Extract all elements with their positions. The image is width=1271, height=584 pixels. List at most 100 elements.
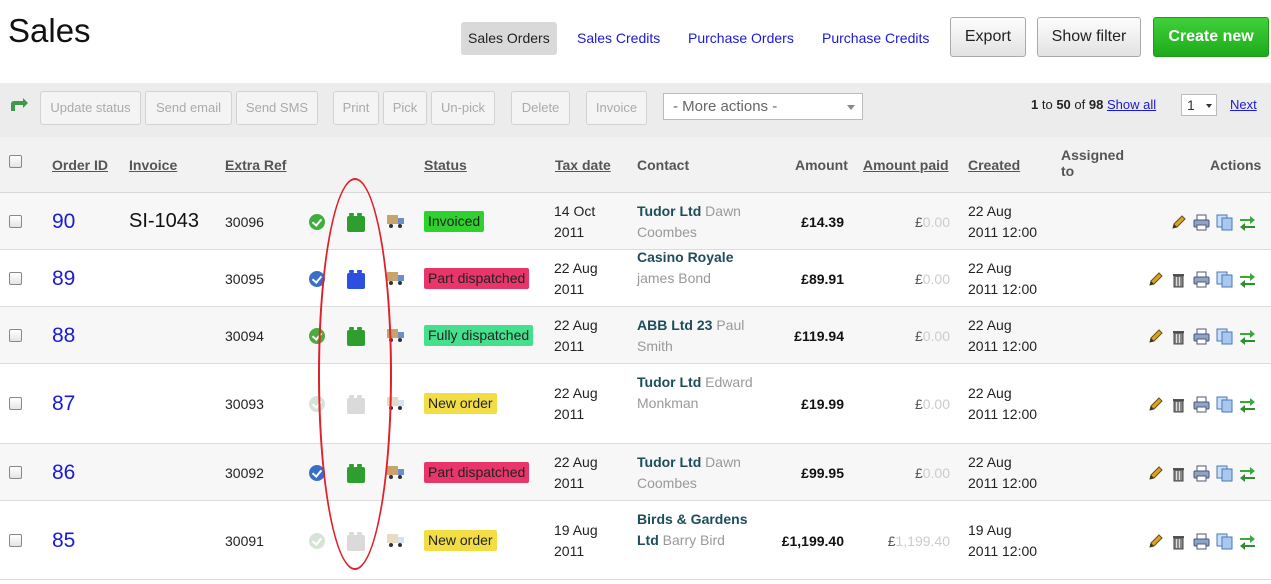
col-extra-ref[interactable]: Extra Ref: [225, 157, 286, 173]
delete-trash-icon[interactable]: [1170, 533, 1187, 550]
convert-arrows-icon[interactable]: [1239, 533, 1256, 550]
col-amount-paid[interactable]: Amount paid: [863, 157, 949, 173]
table-row[interactable]: 89 30095 Part dispatched 22 Aug 2011 Casi…: [0, 247, 1271, 307]
status-badge[interactable]: New order: [424, 393, 497, 414]
table-row[interactable]: 88 30094 Fully dispatched 22 Aug 2011 ABB…: [0, 307, 1271, 364]
delete-trash-icon[interactable]: [1170, 465, 1187, 482]
created-date: 22 Aug 2011 12:00: [968, 385, 1038, 422]
tab-sales-orders[interactable]: Sales Orders: [461, 22, 557, 55]
stock-status-icon: [347, 395, 365, 414]
send-email-button[interactable]: Send email: [145, 91, 232, 125]
row-checkbox[interactable]: [9, 214, 22, 228]
copy-icon[interactable]: [1216, 396, 1233, 413]
copy-icon[interactable]: [1216, 465, 1233, 482]
status-badge[interactable]: Fully dispatched: [424, 324, 534, 346]
convert-arrows-icon[interactable]: [1239, 271, 1256, 288]
row-checkbox[interactable]: [9, 533, 22, 547]
select-all-checkbox[interactable]: [9, 155, 22, 168]
send-sms-button[interactable]: Send SMS: [236, 91, 318, 125]
copy-icon[interactable]: [1216, 214, 1233, 231]
col-invoice[interactable]: Invoice: [129, 157, 177, 173]
amount-paid: £1,199.40: [887, 532, 950, 549]
col-created[interactable]: Created: [968, 157, 1020, 173]
status-badge[interactable]: Invoiced: [424, 210, 485, 232]
contact[interactable]: ABB Ltd 23 Paul Smith: [637, 315, 767, 357]
col-order-id[interactable]: Order ID: [52, 157, 108, 173]
order-id-link[interactable]: 87: [52, 392, 75, 416]
amount: £1,199.40: [781, 532, 844, 549]
table-row[interactable]: 85 30091 New order 19 Aug 2011 Birds & Ga…: [0, 501, 1271, 580]
status-badge[interactable]: Part dispatched: [424, 267, 530, 289]
extra-ref: 30091: [225, 532, 264, 549]
table-row[interactable]: 86 30092 Part dispatched 22 Aug 2011 Tudo…: [0, 444, 1271, 501]
tab-purchase-credits[interactable]: Purchase Credits: [815, 22, 936, 55]
table-row[interactable]: 87 30093 New order 22 Aug 2011 Tudor Ltd …: [0, 364, 1271, 444]
print-icon[interactable]: [1193, 214, 1210, 231]
contact[interactable]: Tudor Ltd Edward Monkman: [637, 372, 767, 414]
copy-icon[interactable]: [1216, 533, 1233, 550]
edit-pencil-icon[interactable]: [1170, 214, 1187, 231]
edit-pencil-icon[interactable]: [1147, 271, 1164, 288]
convert-arrows-icon[interactable]: [1239, 396, 1256, 413]
edit-pencil-icon[interactable]: [1147, 465, 1164, 482]
shipping-status-icon: [387, 271, 404, 285]
convert-arrows-icon[interactable]: [1239, 465, 1256, 482]
show-all-link[interactable]: Show all: [1107, 97, 1156, 112]
copy-icon[interactable]: [1216, 328, 1233, 345]
stock-status-icon: [347, 269, 365, 289]
invoice-button[interactable]: Invoice: [586, 91, 647, 125]
delete-button[interactable]: Delete: [511, 91, 570, 125]
print-icon[interactable]: [1193, 328, 1210, 345]
tab-sales-credits[interactable]: Sales Credits: [570, 22, 667, 55]
unpick-button[interactable]: Un-pick: [431, 91, 495, 125]
contact[interactable]: Tudor Ltd Dawn Coombes: [637, 201, 767, 243]
show-filter-button[interactable]: Show filter: [1037, 17, 1141, 57]
edit-pencil-icon[interactable]: [1147, 396, 1164, 413]
more-actions-select[interactable]: - More actions -: [663, 93, 863, 120]
next-page-link[interactable]: Next: [1230, 97, 1257, 112]
delete-trash-icon[interactable]: [1170, 271, 1187, 288]
row-checkbox[interactable]: [9, 465, 22, 479]
created-date: 22 Aug 2011 12:00: [968, 202, 1038, 240]
amount: £19.99: [801, 396, 844, 412]
table-row[interactable]: 90 SI-1043 30096 Invoiced 14 Oct 2011 Tud…: [0, 193, 1271, 250]
print-icon[interactable]: [1193, 271, 1210, 288]
contact[interactable]: Tudor Ltd Dawn Coombes: [637, 452, 767, 494]
print-icon[interactable]: [1193, 465, 1210, 482]
delete-trash-icon[interactable]: [1170, 328, 1187, 345]
page-select[interactable]: 1: [1181, 94, 1217, 116]
row-checkbox[interactable]: [9, 271, 22, 285]
col-status[interactable]: Status: [424, 157, 467, 173]
convert-arrows-icon[interactable]: [1239, 328, 1256, 345]
payment-status-icon: [309, 327, 325, 344]
delete-trash-icon[interactable]: [1170, 396, 1187, 413]
create-new-button[interactable]: Create new: [1153, 17, 1269, 57]
contact[interactable]: Birds & Gardens Ltd Barry Bird: [637, 509, 767, 551]
order-id-link[interactable]: 89: [52, 267, 75, 291]
status-badge[interactable]: Part dispatched: [424, 461, 530, 483]
order-id-link[interactable]: 90: [52, 210, 75, 234]
shipping-status-icon: [387, 465, 404, 479]
col-tax-date[interactable]: Tax date: [555, 157, 611, 173]
order-id-link[interactable]: 88: [52, 324, 75, 348]
edit-pencil-icon[interactable]: [1147, 533, 1164, 550]
range-total: 98: [1088, 97, 1104, 112]
export-button[interactable]: Export: [950, 17, 1026, 57]
order-id-link[interactable]: 86: [52, 461, 75, 485]
row-checkbox[interactable]: [9, 328, 22, 342]
pick-button[interactable]: Pick: [383, 91, 427, 125]
row-checkbox[interactable]: [9, 397, 22, 410]
order-id-link[interactable]: 85: [52, 529, 75, 553]
amount: £14.39: [801, 213, 844, 230]
tax-date: 22 Aug 2011: [554, 316, 598, 354]
print-icon[interactable]: [1193, 396, 1210, 413]
print-button[interactable]: Print: [333, 91, 379, 125]
convert-arrows-icon[interactable]: [1239, 214, 1256, 231]
edit-pencil-icon[interactable]: [1147, 328, 1164, 345]
tab-purchase-orders[interactable]: Purchase Orders: [681, 22, 801, 55]
print-icon[interactable]: [1193, 533, 1210, 550]
update-status-button[interactable]: Update status: [40, 91, 141, 125]
contact[interactable]: Casino Royale james Bond: [637, 247, 767, 289]
status-badge[interactable]: New order: [424, 529, 497, 551]
copy-icon[interactable]: [1216, 271, 1233, 288]
